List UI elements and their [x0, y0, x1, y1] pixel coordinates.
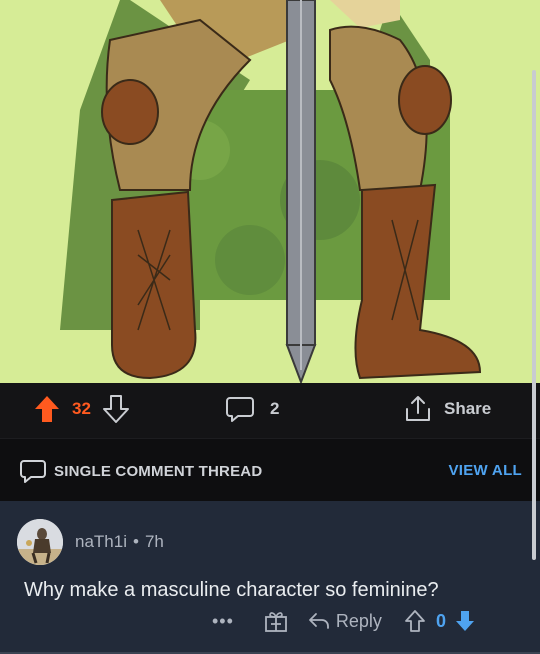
share-button[interactable]: Share [404, 395, 491, 423]
comment-bubble-icon [20, 460, 46, 483]
upvote-arrow-icon[interactable] [34, 395, 60, 423]
share-label: Share [444, 399, 492, 418]
avatar[interactable] [17, 519, 63, 565]
comment-bubble-icon [226, 397, 254, 422]
thread-indicator: SINGLE COMMENT THREAD [20, 459, 262, 483]
comments-button[interactable]: 2 [226, 395, 279, 423]
comment-body: Why make a masculine character so femini… [24, 579, 439, 601]
single-comment-thread-bar: SINGLE COMMENT THREAD VIEW ALL [0, 438, 540, 502]
comment-vote-count: 0 [435, 610, 446, 631]
downvote-arrow-icon[interactable] [454, 609, 476, 633]
share-icon [406, 396, 430, 421]
upvote-arrow-icon[interactable] [404, 609, 426, 633]
comment-count: 2 [270, 399, 280, 418]
comment-meta: naTh1i • 7h [75, 532, 164, 552]
view-all-link[interactable]: VIEW ALL [448, 462, 522, 479]
comment-username[interactable]: naTh1i [75, 532, 127, 552]
reply-label: Reply [335, 610, 382, 631]
avatar-image [17, 519, 63, 565]
downvote-arrow-icon[interactable] [102, 395, 129, 423]
upvote-count: 32 [72, 399, 91, 418]
post-action-bar: 32 2 Share [0, 383, 540, 438]
comment-card: naTh1i • 7h Why make a masculine charact… [0, 501, 540, 654]
more-options-button[interactable]: ••• [212, 611, 234, 632]
comment-timestamp: 7h [144, 532, 164, 551]
reply-arrow-icon [309, 613, 329, 629]
reply-button[interactable]: Reply [308, 611, 404, 632]
meta-separator: • [132, 532, 139, 551]
post-image[interactable] [0, 0, 540, 383]
award-gift-icon[interactable] [264, 609, 288, 633]
thread-label: SINGLE COMMENT THREAD [54, 462, 263, 480]
scrollbar[interactable] [532, 70, 536, 560]
character-illustration [60, 0, 482, 383]
comment-actions: ••• Reply 0 [212, 609, 476, 633]
post-vote-group: 32 [34, 395, 129, 423]
